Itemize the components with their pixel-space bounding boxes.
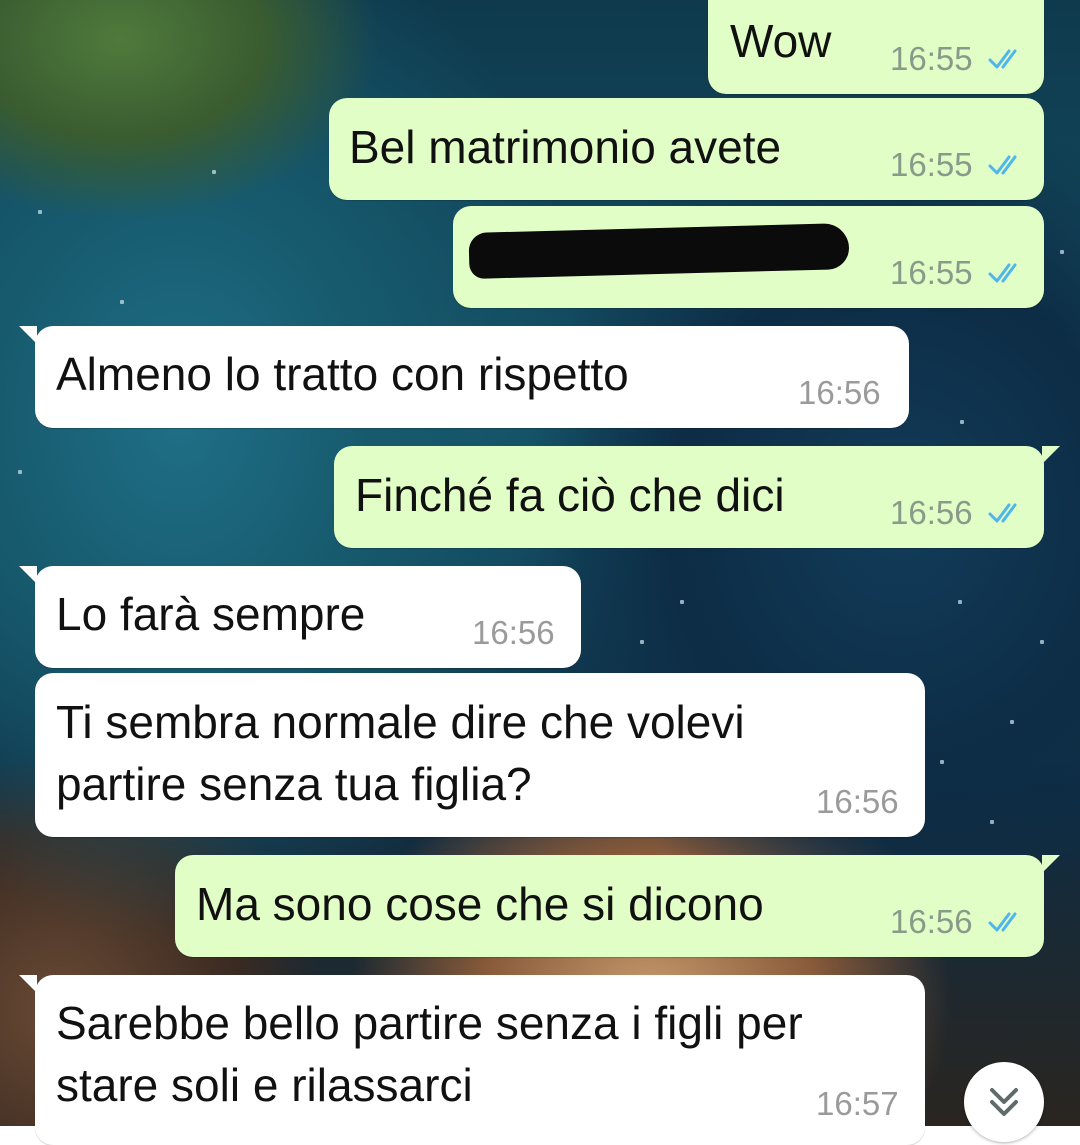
message-text: Bel matrimonio avete — [349, 121, 782, 173]
message-time: 16:56 — [472, 614, 555, 651]
message-outgoing[interactable]: Wow 16:55 — [708, 0, 1044, 94]
message-outgoing[interactable]: Finché fa ciò che dici 16:56 — [334, 446, 1060, 548]
message-time: 16:56 — [890, 494, 973, 531]
message-text: Lo farà sempre — [56, 588, 366, 640]
message-time: 16:56 — [798, 374, 881, 411]
message-time: 16:56 — [816, 783, 899, 820]
chevron-double-down-icon — [990, 1088, 1018, 1116]
message-time: 16:55 — [890, 40, 973, 77]
message-time: 16:55 — [890, 254, 973, 291]
message-text-line: Ti sembra normale dire che volevi — [56, 696, 745, 748]
double-check-icon — [988, 49, 1017, 69]
message-text: Almeno lo tratto con rispetto — [56, 348, 629, 400]
message-text-line: partire senza tua figlia? — [56, 758, 532, 810]
message-text-line: stare soli e rilassarci — [56, 1059, 473, 1111]
double-check-icon — [988, 503, 1017, 523]
message-time: 16:57 — [816, 1085, 899, 1122]
message-text: Ma sono cose che si dicono — [196, 878, 764, 930]
message-text: Finché fa ciò che dici — [355, 469, 785, 521]
message-outgoing-redacted[interactable]: 16:55 — [453, 206, 1044, 308]
double-check-icon — [988, 263, 1017, 283]
message-time: 16:56 — [890, 903, 973, 940]
message-time: 16:55 — [890, 146, 973, 183]
message-incoming[interactable]: Sarebbe bello partire senza i figli per … — [19, 975, 925, 1145]
message-text-line: Sarebbe bello partire senza i figli per — [56, 997, 803, 1049]
message-incoming[interactable]: Almeno lo tratto con rispetto 16:56 — [19, 326, 909, 428]
message-incoming[interactable]: Ti sembra normale dire che volevi partir… — [35, 673, 925, 837]
message-incoming[interactable]: Lo farà sempre 16:56 — [19, 566, 581, 668]
redaction-mark — [468, 223, 850, 279]
message-text: Wow — [730, 15, 832, 67]
message-outgoing[interactable]: Bel matrimonio avete 16:55 — [329, 98, 1044, 200]
double-check-icon — [988, 155, 1017, 175]
scroll-to-bottom-button[interactable] — [964, 1062, 1044, 1142]
message-outgoing[interactable]: Ma sono cose che si dicono 16:56 — [175, 855, 1060, 957]
double-check-icon — [988, 912, 1017, 932]
